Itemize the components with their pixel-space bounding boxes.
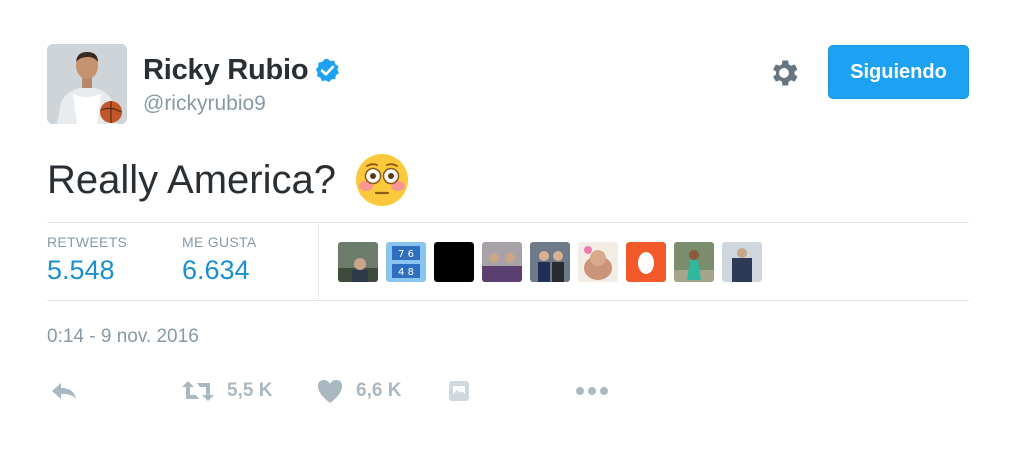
verified-badge-icon — [314, 57, 341, 84]
likes-label: ME GUSTA — [182, 234, 257, 250]
reply-button[interactable] — [50, 375, 78, 407]
tweet-text: Really America? — [47, 150, 410, 210]
heart-icon — [316, 378, 344, 404]
likes-stat[interactable]: ME GUSTA 6.634 — [182, 234, 256, 286]
more-button[interactable] — [575, 375, 609, 407]
gear-icon[interactable] — [767, 56, 801, 90]
media-button[interactable] — [448, 375, 470, 407]
liker-avatar[interactable] — [530, 242, 570, 282]
display-name[interactable]: Ricky Rubio — [143, 54, 309, 87]
liker-avatar[interactable]: 7 6 4 8 — [386, 242, 426, 282]
retweet-icon — [181, 378, 215, 404]
liker-avatar[interactable] — [338, 242, 378, 282]
likes-value: 6.634 — [182, 255, 250, 285]
stats-vertical-divider — [318, 224, 319, 300]
retweets-stat[interactable]: RETWEETS 5.548 — [47, 234, 127, 286]
retweet-button[interactable]: 5,5 K — [181, 375, 272, 407]
retweets-value: 5.548 — [47, 255, 115, 285]
like-button[interactable]: 6,6 K — [316, 375, 401, 407]
tweet-body: Really America? — [47, 157, 337, 202]
following-button[interactable]: Siguiendo — [828, 45, 969, 99]
liker-avatar[interactable] — [578, 242, 618, 282]
handle[interactable]: @rickyrubio9 — [143, 92, 266, 116]
more-icon — [575, 386, 609, 396]
liker-avatar[interactable] — [434, 242, 474, 282]
liker-avatar[interactable] — [482, 242, 522, 282]
timestamp[interactable]: 0:14 - 9 nov. 2016 — [47, 326, 199, 348]
media-icon — [448, 380, 470, 402]
name-row: Ricky Rubio — [143, 52, 341, 88]
avatar[interactable] — [47, 44, 127, 124]
liker-avatars: 7 6 4 8 — [338, 242, 762, 282]
stats-bottom-divider — [47, 300, 969, 301]
svg-text:4 8: 4 8 — [398, 267, 414, 278]
flushed-face-emoji-icon — [354, 152, 410, 208]
like-count: 6,6 K — [356, 380, 402, 401]
svg-text:7 6: 7 6 — [398, 249, 414, 260]
player-avatar-image — [47, 44, 127, 124]
stats-top-divider — [47, 222, 969, 223]
retweets-label: RETWEETS — [47, 234, 128, 250]
liker-avatar[interactable] — [674, 242, 714, 282]
reply-icon — [50, 380, 78, 402]
liker-avatar[interactable] — [626, 242, 666, 282]
retweet-count: 5,5 K — [227, 380, 273, 401]
liker-avatar[interactable] — [722, 242, 762, 282]
